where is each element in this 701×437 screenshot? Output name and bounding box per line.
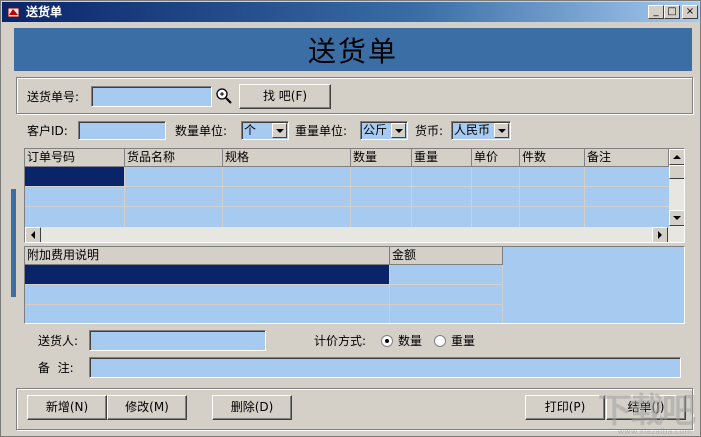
scroll-left-icon[interactable]	[25, 227, 41, 242]
order-col-header[interactable]: 数量	[351, 149, 412, 167]
scroll-thumb[interactable]	[669, 165, 684, 179]
remark-label: 备 注:	[38, 361, 74, 375]
add-button[interactable]: 新增(N)	[27, 395, 107, 420]
pricing-method-label: 计价方式:	[314, 334, 367, 348]
weight-unit-select[interactable]: 公斤	[360, 121, 408, 140]
grid-divider	[222, 167, 223, 227]
fee-col-header[interactable]: 金额	[390, 247, 503, 265]
pricing-qty-label: 数量	[398, 334, 423, 348]
sender-input[interactable]	[89, 330, 266, 351]
fee-col-header[interactable]: 附加费用说明	[25, 247, 390, 265]
grid-divider	[471, 167, 472, 227]
order-number-input[interactable]	[91, 86, 212, 107]
grid-divider	[25, 304, 503, 305]
customer-id-input[interactable]	[78, 121, 166, 140]
qty-unit-select[interactable]: 个	[241, 121, 289, 140]
grid-divider	[411, 167, 412, 227]
grid-divider	[25, 186, 669, 187]
pricing-weight-label: 重量	[451, 334, 476, 348]
sender-label: 送货人:	[38, 334, 79, 348]
qty-unit-dropdown-icon[interactable]	[272, 123, 287, 138]
order-col-header[interactable]: 重量	[412, 149, 472, 167]
grid-divider	[25, 206, 669, 207]
pricing-qty-radio[interactable]	[381, 335, 393, 347]
grid-divider	[502, 265, 503, 323]
selected-fee-row[interactable]	[25, 265, 389, 284]
scroll-down-icon[interactable]	[669, 210, 684, 226]
customer-id-label: 客户ID:	[27, 124, 68, 138]
minimize-button[interactable]: _	[648, 5, 664, 19]
weight-unit-label: 重量单位:	[295, 124, 348, 138]
grid-divider	[25, 284, 503, 285]
title-bar[interactable]: 送货单 _ □ ×	[2, 2, 699, 22]
currency-dropdown-icon[interactable]	[494, 123, 509, 138]
order-col-header[interactable]: 单价	[472, 149, 520, 167]
edit-button[interactable]: 修改(M)	[107, 395, 187, 420]
currency-select[interactable]: 人民币	[451, 121, 511, 140]
weight-unit-value: 公斤	[363, 123, 388, 137]
weight-unit-dropdown-icon[interactable]	[391, 123, 406, 138]
order-col-header[interactable]: 件数	[520, 149, 585, 167]
banner-title: 送货单	[307, 34, 398, 68]
find-button[interactable]: 找 吧(F)	[239, 84, 331, 109]
delete-button[interactable]: 删除(D)	[212, 395, 292, 420]
watermark-url: www.xiazaiba.com	[617, 427, 692, 436]
grid-divider	[519, 167, 520, 227]
order-col-header[interactable]: 订单号码	[25, 149, 125, 167]
currency-value: 人民币	[454, 123, 491, 137]
qty-unit-label: 数量单位:	[175, 124, 228, 138]
print-button[interactable]: 打印(P)	[525, 395, 605, 420]
qty-unit-value: 个	[244, 123, 257, 137]
maximize-icon: □	[667, 6, 677, 17]
grid-divider	[389, 265, 390, 323]
grid-divider	[124, 167, 125, 227]
window-title: 送货单	[26, 5, 63, 19]
banner: 送货单	[14, 28, 692, 71]
fee-grid[interactable]: 附加费用说明 金额	[24, 246, 685, 324]
order-grid[interactable]: 订单号码 货品名称 规格 数量 重量 单价 件数 备注	[24, 148, 685, 243]
scroll-up-icon[interactable]	[669, 149, 684, 165]
order-col-header[interactable]: 规格	[223, 149, 351, 167]
currency-label: 货币:	[415, 124, 444, 138]
remark-input[interactable]	[89, 357, 681, 378]
horizontal-scrollbar[interactable]	[25, 227, 684, 242]
minimize-icon: _	[653, 6, 659, 17]
order-col-header[interactable]: 货品名称	[125, 149, 223, 167]
app-window: 送货单 _ □ × 送货单 送货单号: 找 吧(F) 客户ID: 数量单位: 个…	[0, 0, 701, 437]
app-icon	[7, 7, 20, 18]
close-icon: ×	[685, 6, 695, 17]
maximize-button[interactable]: □	[664, 5, 680, 19]
selected-cell[interactable]	[25, 167, 124, 186]
order-number-label: 送货单号:	[27, 90, 80, 104]
watermark: 下载吧	[598, 391, 696, 431]
close-button[interactable]: ×	[682, 5, 698, 19]
search-icon[interactable]	[215, 87, 233, 105]
order-col-header[interactable]: 备注	[585, 149, 669, 167]
side-splitter[interactable]	[11, 189, 16, 297]
pricing-weight-radio[interactable]	[434, 335, 446, 347]
grid-divider	[584, 167, 585, 227]
grid-divider	[350, 167, 351, 227]
vertical-scrollbar[interactable]	[669, 149, 684, 227]
scroll-right-icon[interactable]	[652, 227, 668, 242]
